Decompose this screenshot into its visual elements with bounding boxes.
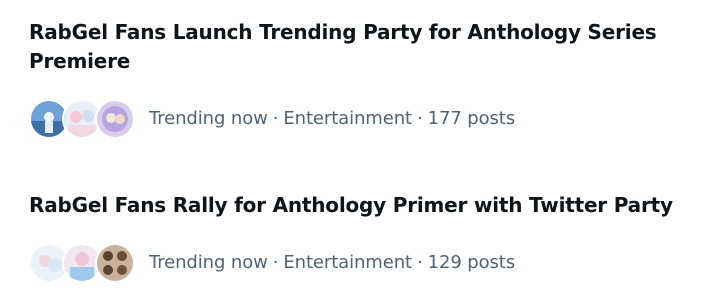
trend-status: Trending now: [149, 107, 268, 129]
trend-meta: Trending now · Entertainment · 177 posts: [29, 98, 515, 139]
meta-separator: ·: [272, 107, 279, 129]
trend-title[interactable]: RabGel Fans Rally for Anthology Primer w…: [29, 191, 689, 220]
trend-card[interactable]: RabGel Fans Launch Trending Party for An…: [0, 0, 720, 158]
trend-title[interactable]: RabGel Fans Launch Trending Party for An…: [29, 18, 689, 76]
trend-meta-text: Trending now · Entertainment · 177 posts: [149, 108, 515, 129]
avatar: [95, 243, 135, 283]
trend-card[interactable]: RabGel Fans Rally for Anthology Primer w…: [0, 158, 720, 302]
meta-separator: ·: [416, 251, 423, 273]
trend-category: Entertainment: [283, 107, 412, 129]
trend-status: Trending now: [149, 251, 268, 273]
trend-post-count: 129 posts: [427, 251, 516, 273]
trend-meta-text: Trending now · Entertainment · 129 posts: [149, 252, 515, 273]
trend-category: Entertainment: [283, 251, 412, 273]
meta-separator: ·: [272, 251, 279, 273]
trend-meta: Trending now · Entertainment · 129 posts: [29, 242, 515, 283]
avatar-stack: [29, 98, 135, 139]
avatar-stack: [29, 242, 135, 283]
trending-feed: RabGel Fans Launch Trending Party for An…: [0, 0, 720, 302]
meta-separator: ·: [416, 107, 423, 129]
avatar: [95, 99, 135, 139]
trend-post-count: 177 posts: [427, 107, 516, 129]
